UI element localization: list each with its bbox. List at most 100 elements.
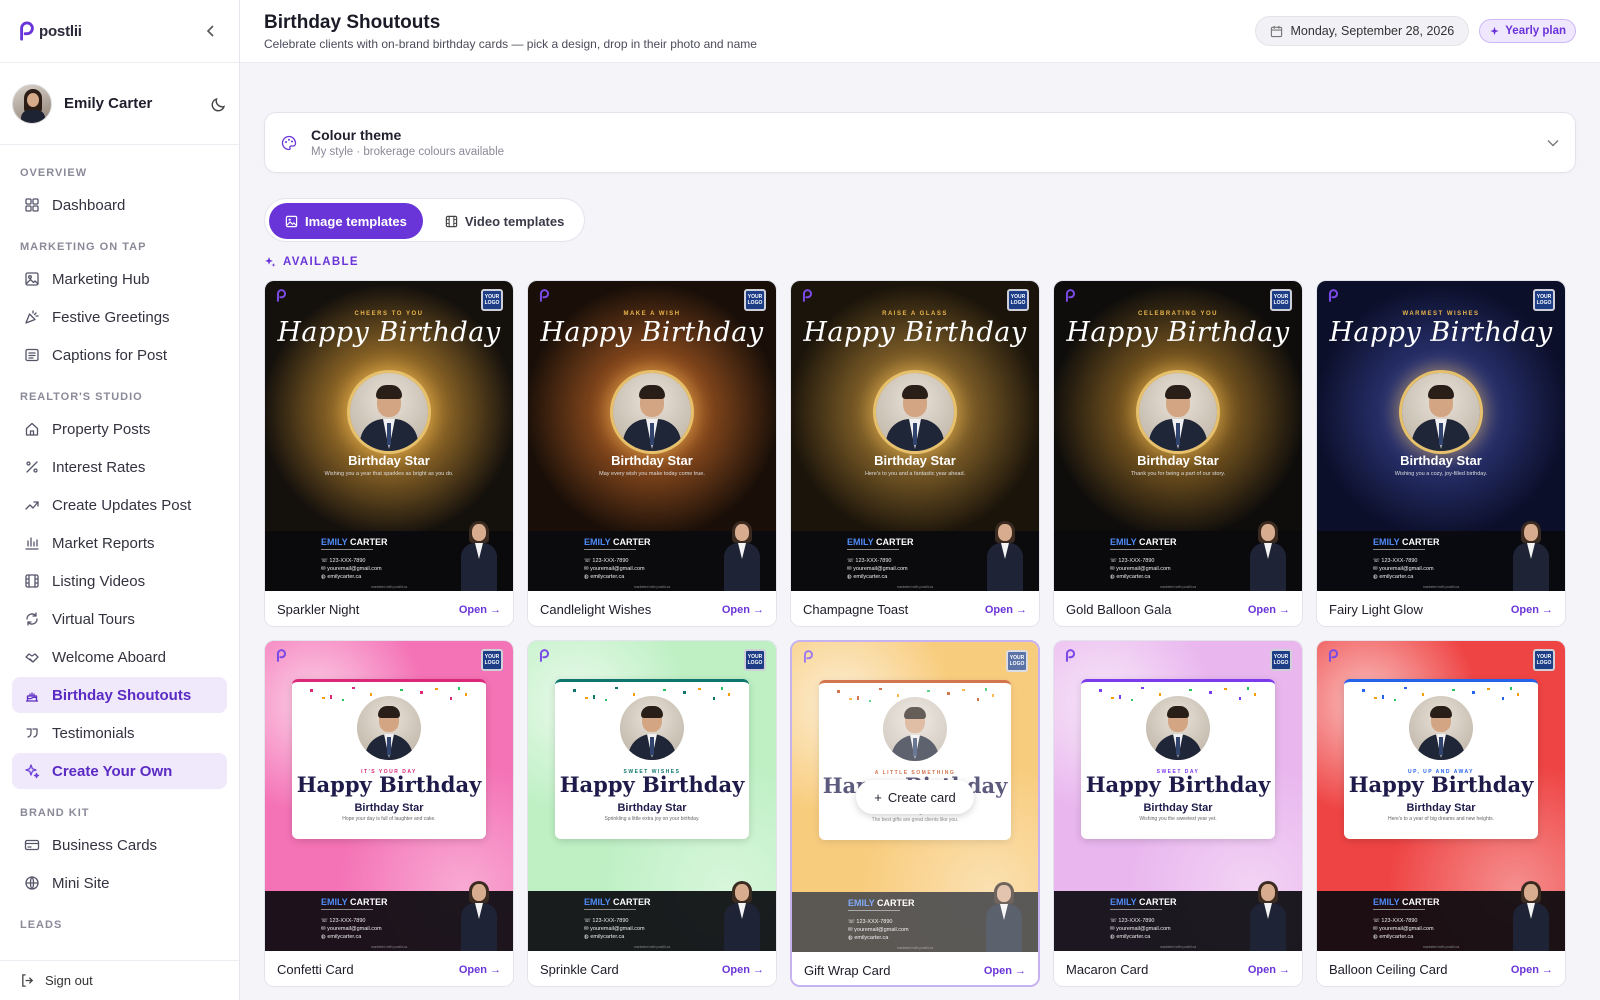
email-line: ✉ youremail@gmail.com [1373, 566, 1434, 572]
template-card[interactable]: RAISE A GLASS Happy Birthday Birthday St… [790, 280, 1040, 627]
card-wish: Sprinkling a little extra joy on your bi… [604, 816, 700, 822]
card-footer: Sprinkle Card Open → [528, 951, 776, 986]
agent-name: EMILY CARTER [1110, 897, 1177, 907]
page-subtitle: Celebrate clients with on-brand birthday… [264, 36, 757, 51]
email-line: ✉ youremail@gmail.com [1110, 926, 1171, 932]
chevron-down-icon [1547, 139, 1559, 146]
template-card[interactable]: WARMEST WISHES Happy Birthday Birthday S… [1316, 280, 1566, 627]
template-card[interactable]: CELEBRATING YOU Happy Birthday Birthday … [1053, 280, 1303, 627]
party-icon [24, 309, 40, 325]
open-link[interactable]: Open → [722, 604, 764, 616]
sidebar-item-label: Virtual Tours [52, 610, 135, 628]
phone-line: ☏ 123-XXX-7890 [584, 918, 629, 924]
phone-line: ☏ 123-XXX-7890 [847, 558, 892, 564]
sidebar-item-dashboard[interactable]: Dashboard [12, 187, 227, 223]
open-link[interactable]: Open → [1248, 604, 1290, 616]
main-content: Birthday Shoutouts Celebrate clients wit… [240, 0, 1600, 1000]
sidebar-item-create-updates-post[interactable]: Create Updates Post [12, 487, 227, 523]
open-link[interactable]: Open → [1511, 604, 1553, 616]
plan-badge[interactable]: Yearly plan [1479, 19, 1576, 43]
agent-divider [1373, 909, 1425, 910]
agent-divider [321, 909, 373, 910]
sidebar-item-virtual-tours[interactable]: Virtual Tours [12, 601, 227, 637]
date-pill[interactable]: Monday, September 28, 2026 [1254, 16, 1470, 46]
open-link[interactable]: Open → [722, 964, 764, 976]
agent-photo [1248, 879, 1288, 951]
sidebar-item-property-posts[interactable]: Property Posts [12, 411, 227, 447]
sidebar-nav: OVERVIEW Dashboard MARKETING ON TAP Marketi… [0, 145, 239, 939]
card-name: Candlelight Wishes [540, 602, 652, 617]
template-card[interactable]: UP, UP AND AWAY Happy Birthday Birthday … [1316, 640, 1566, 987]
film-icon [445, 215, 458, 227]
agent-divider [584, 549, 636, 550]
palette-icon [281, 135, 297, 150]
template-card[interactable]: SWEET WISHES Happy Birthday Birthday Sta… [527, 640, 777, 987]
sparkles-icon [1490, 26, 1499, 35]
card-preview: SWEET WISHES Happy Birthday Birthday Sta… [528, 641, 776, 951]
sidebar-item-listing-videos[interactable]: Listing Videos [12, 563, 227, 599]
open-link[interactable]: Open → [1511, 964, 1553, 976]
percent-icon [24, 459, 40, 475]
user-profile[interactable]: Emily Carter [0, 63, 239, 145]
agent-contact: ☏ 123-XXX-7890 ✉ youremail@gmail.com ◍ e… [321, 557, 382, 581]
open-link[interactable]: Open → [459, 964, 501, 976]
sidebar: postlii Emily Carter OVERVIEW Dashboard MA… [0, 0, 240, 1000]
template-card[interactable]: SWEET DAY Happy Birthday Birthday Star W… [1053, 640, 1303, 987]
nav-section-heading: LEADS [20, 919, 63, 931]
open-link[interactable]: Open → [985, 604, 1027, 616]
template-card[interactable]: MAKE A WISH Happy Birthday Birthday Star… [527, 280, 777, 627]
agent-divider [1110, 549, 1162, 550]
card-wish: Wishing you the sweetest year yet. [1139, 816, 1217, 822]
sidebar-item-captions-for-post[interactable]: Captions for Post [12, 337, 227, 373]
open-link[interactable]: Open → [459, 604, 501, 616]
card-preview: UP, UP AND AWAY Happy Birthday Birthday … [1317, 641, 1565, 951]
sidebar-item-festive-greetings[interactable]: Festive Greetings [12, 299, 227, 335]
sign-out-button[interactable]: Sign out [0, 960, 239, 1000]
sidebar-item-welcome-aboard[interactable]: Welcome Aboard [12, 639, 227, 675]
collapse-sidebar-button[interactable] [201, 21, 221, 41]
email-line: ✉ youremail@gmail.com [1110, 566, 1171, 572]
grid-icon [24, 197, 40, 213]
nav-section-heading: OVERVIEW [20, 167, 88, 179]
card-star-label: Birthday Star [1137, 453, 1219, 468]
sidebar-item-mini-site[interactable]: Mini Site [12, 865, 227, 901]
sidebar-item-market-reports[interactable]: Market Reports [12, 525, 227, 561]
tab-image-templates[interactable]: Image templates [269, 203, 423, 239]
template-card[interactable]: A LITTLE SOMETHING Happy Birthday Birthd… [790, 640, 1040, 987]
sidebar-item-label: Festive Greetings [52, 308, 170, 326]
card-footer: Gold Balloon Gala Open → [1054, 591, 1302, 626]
sidebar-item-create-your-own[interactable]: Create Your Own [12, 753, 227, 789]
nav-section-heading: REALTOR'S STUDIO [20, 391, 143, 403]
card-name: Gift Wrap Card [804, 963, 891, 978]
open-link[interactable]: Open → [984, 965, 1026, 977]
sidebar-item-testimonials[interactable]: Testimonials [12, 715, 227, 751]
tab-video-templates[interactable]: Video templates [429, 203, 580, 239]
agent-name: EMILY CARTER [584, 897, 651, 907]
moon-icon[interactable] [211, 96, 227, 112]
sidebar-item-birthday-shoutouts[interactable]: Birthday Shoutouts [12, 677, 227, 713]
card-footer: Candlelight Wishes Open → [528, 591, 776, 626]
agent-contact: ☏ 123-XXX-7890 ✉ youremail@gmail.com ◍ e… [1110, 557, 1171, 581]
rotate-icon [24, 611, 40, 627]
create-card-button[interactable]: + Create card [856, 780, 974, 814]
agent-contact: ☏ 123-XXX-7890 ✉ youremail@gmail.com ◍ e… [1373, 917, 1434, 941]
agent-name: EMILY CARTER [584, 537, 651, 547]
card-star-label: Birthday Star [611, 453, 693, 468]
app-logo[interactable]: postlii [18, 21, 82, 41]
image-icon [24, 271, 40, 287]
client-photo [350, 373, 428, 451]
site-line: ◍ emilycarter.ca [1110, 574, 1151, 580]
card-name: Fairy Light Glow [1329, 602, 1423, 617]
sidebar-item-marketing-hub[interactable]: Marketing Hub [12, 261, 227, 297]
colour-theme-selector[interactable]: Colour theme My style · brokerage colour… [264, 112, 1576, 173]
postlii-logo-icon [276, 289, 287, 302]
tab-image-label: Image templates [305, 213, 407, 229]
plan-label: Yearly plan [1505, 25, 1566, 37]
agent-contact: ☏ 123-XXX-7890 ✉ youremail@gmail.com ◍ e… [584, 917, 645, 941]
card-name: Confetti Card [277, 962, 354, 977]
template-card[interactable]: IT'S YOUR DAY Happy Birthday Birthday St… [264, 640, 514, 987]
sidebar-item-interest-rates[interactable]: Interest Rates [12, 449, 227, 485]
template-card[interactable]: CHEERS TO YOU Happy Birthday Birthday St… [264, 280, 514, 627]
open-link[interactable]: Open → [1248, 964, 1290, 976]
sidebar-item-business-cards[interactable]: Business Cards [12, 827, 227, 863]
